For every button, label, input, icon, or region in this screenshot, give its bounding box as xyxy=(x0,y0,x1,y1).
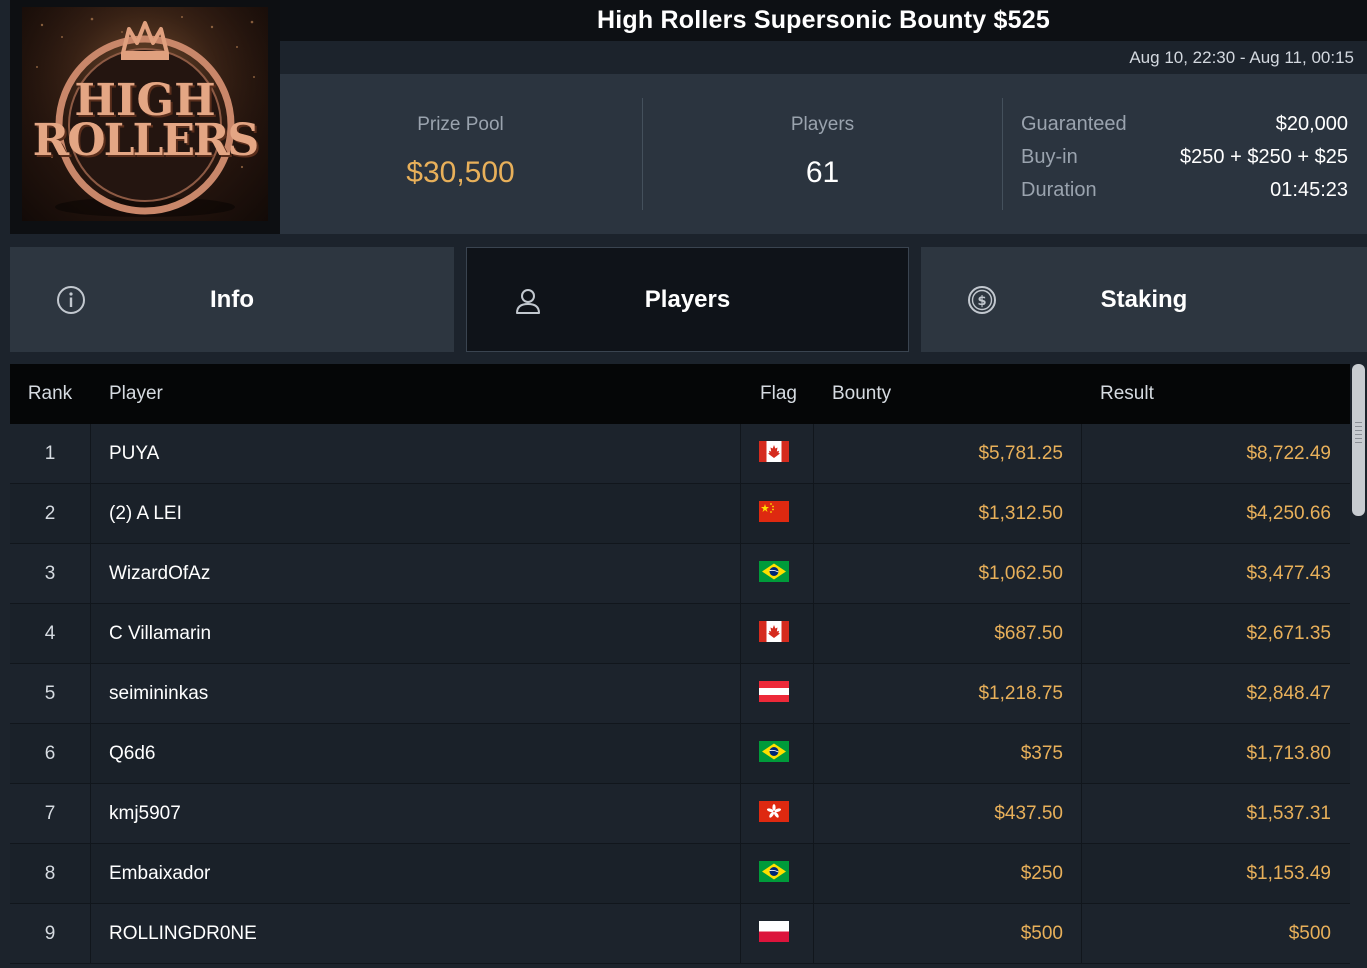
detail-label: Duration xyxy=(1021,179,1097,201)
brazil-flag-icon xyxy=(759,561,789,582)
column-header-result[interactable]: Result xyxy=(1100,364,1154,424)
poland-flag-icon xyxy=(759,921,789,942)
title-bar: High Rollers Supersonic Bounty $525 xyxy=(280,0,1367,41)
bounty-cell: $5,781.25 xyxy=(978,443,1063,464)
tournament-page: HIGH ROLLERS High Rollers Supersonic Bou… xyxy=(0,0,1367,968)
players-count-value: 61 xyxy=(805,156,840,189)
austria-flag-icon xyxy=(759,681,789,702)
result-cell: $2,848.47 xyxy=(1246,683,1331,704)
column-header-player[interactable]: Player xyxy=(109,364,163,424)
table-row[interactable]: 7 kmj5907 $437.50 $1,537.31 xyxy=(10,784,1350,844)
column-header-rank[interactable]: Rank xyxy=(10,364,90,424)
result-cell: $1,537.31 xyxy=(1246,803,1331,824)
bounty-cell: $250 xyxy=(1020,863,1063,884)
date-bar: Aug 10, 22:30 - Aug 11, 00:15 xyxy=(280,41,1367,74)
prize-pool-value: $30,500 xyxy=(406,156,515,189)
hong-kong-flag-icon xyxy=(759,801,789,822)
bounty-cell: $687.50 xyxy=(994,623,1063,644)
tab-info[interactable]: Info xyxy=(10,247,454,352)
player-name-cell: Q6d6 xyxy=(109,743,156,764)
player-name-cell: kmj5907 xyxy=(109,803,181,824)
canada-flag-icon xyxy=(759,621,789,642)
table-scrollbar[interactable] xyxy=(1350,364,1367,968)
bounty-cell: $500 xyxy=(1020,923,1063,944)
rank-cell: 4 xyxy=(44,623,56,644)
detail-guaranteed: Guaranteed $20,000 xyxy=(1021,108,1348,141)
tournament-title: High Rollers Supersonic Bounty $525 xyxy=(597,6,1050,34)
tab-label: Staking xyxy=(1100,285,1188,313)
column-header-bounty[interactable]: Bounty xyxy=(832,364,891,424)
players-count-label: Players xyxy=(790,114,855,135)
brazil-flag-icon xyxy=(759,861,789,882)
detail-duration: Duration 01:45:23 xyxy=(1021,174,1348,207)
result-cell: $3,477.43 xyxy=(1246,563,1331,584)
rank-cell: 7 xyxy=(44,803,56,824)
tab-label: Info xyxy=(210,285,254,313)
detail-buy-in: Buy-in $250 + $250 + $25 xyxy=(1021,141,1348,174)
table-row[interactable]: 1 PUYA $5,781.25 $8,722.49 xyxy=(10,424,1350,484)
tab-label: Players xyxy=(644,285,731,313)
scrollbar-thumb[interactable] xyxy=(1352,364,1365,516)
result-cell: $1,153.49 xyxy=(1246,863,1331,884)
result-cell: $2,671.35 xyxy=(1246,623,1331,644)
prize-pool-label: Prize Pool xyxy=(417,114,504,135)
tournament-details: Guaranteed $20,000 Buy-in $250 + $250 + … xyxy=(1021,108,1348,207)
table-row[interactable]: 2 (2) A LEI $1,312.50 $4,250.66 xyxy=(10,484,1350,544)
tournament-date-range: Aug 10, 22:30 - Aug 11, 00:15 xyxy=(1129,47,1354,67)
rank-cell: 3 xyxy=(44,563,56,584)
player-name-cell: seimininkas xyxy=(109,683,209,704)
detail-value: $20,000 xyxy=(1275,113,1348,135)
bounty-cell: $375 xyxy=(1020,743,1063,764)
user-icon xyxy=(516,289,540,314)
player-name-cell: (2) A LEI xyxy=(109,503,182,524)
player-name-cell: WizardOfAz xyxy=(109,563,211,584)
china-flag-icon xyxy=(759,501,789,522)
brazil-flag-icon xyxy=(759,741,789,762)
result-cell: $4,250.66 xyxy=(1246,503,1331,524)
tab-staking[interactable]: $ Staking xyxy=(921,247,1367,352)
prize-pool-stat: Prize Pool $30,500 xyxy=(280,98,641,210)
rank-cell: 9 xyxy=(44,923,56,944)
detail-label: Buy-in xyxy=(1021,146,1078,168)
rank-cell: 1 xyxy=(44,443,56,464)
bounty-cell: $1,218.75 xyxy=(978,683,1063,704)
bounty-cell: $1,312.50 xyxy=(978,503,1063,524)
table-row[interactable]: 8 Embaixador $250 $1,153.49 xyxy=(10,844,1350,904)
table-row[interactable]: 4 C Villamarin $687.50 $2,671.35 xyxy=(10,604,1350,664)
table-header: Rank Player Flag Bounty Result xyxy=(10,364,1350,424)
result-cell: $1,713.80 xyxy=(1246,743,1331,764)
detail-value: 01:45:23 xyxy=(1270,179,1348,201)
player-name-cell: C Villamarin xyxy=(109,623,212,644)
logo-line-2: ROLLERS xyxy=(32,115,260,166)
players-table: Rank Player Flag Bounty Result 1 PUYA $5,7… xyxy=(10,364,1350,968)
table-row[interactable]: 6 Q6d6 $375 $1,713.80 xyxy=(10,724,1350,784)
tab-players[interactable]: Players xyxy=(466,247,909,352)
table-row[interactable]: 9 ROLLINGDR0NE $500 $500 xyxy=(10,904,1350,964)
high-rollers-logo-image: HIGH ROLLERS xyxy=(22,7,268,221)
player-name-cell: Embaixador xyxy=(109,863,211,884)
tournament-stats-panel: Prize Pool $30,500 Players 61 Guaranteed… xyxy=(280,74,1367,234)
rank-cell: 2 xyxy=(44,503,56,524)
rank-cell: 5 xyxy=(44,683,56,704)
tournament-logo: HIGH ROLLERS xyxy=(10,0,280,234)
detail-label: Guaranteed xyxy=(1021,113,1127,135)
rank-cell: 6 xyxy=(44,743,56,764)
result-cell: $8,722.49 xyxy=(1246,443,1331,464)
bounty-cell: $1,062.50 xyxy=(978,563,1063,584)
rank-cell: 8 xyxy=(44,863,56,884)
table-row[interactable]: 3 WizardOfAz $1,062.50 $3,477.43 xyxy=(10,544,1350,604)
bounty-cell: $437.50 xyxy=(994,803,1063,824)
svg-text:$: $ xyxy=(977,294,986,309)
players-stat: Players 61 xyxy=(642,98,1003,210)
dollar-coin-icon: $ xyxy=(968,286,996,314)
result-cell: $500 xyxy=(1288,923,1331,944)
detail-value: $250 + $250 + $25 xyxy=(1180,146,1348,168)
info-icon xyxy=(57,286,85,314)
table-row[interactable]: 5 seimininkas $1,218.75 $2,848.47 xyxy=(10,664,1350,724)
canada-flag-icon xyxy=(759,441,789,462)
column-header-flag[interactable]: Flag xyxy=(760,364,797,424)
player-name-cell: ROLLINGDR0NE xyxy=(109,923,257,944)
player-name-cell: PUYA xyxy=(109,443,160,464)
